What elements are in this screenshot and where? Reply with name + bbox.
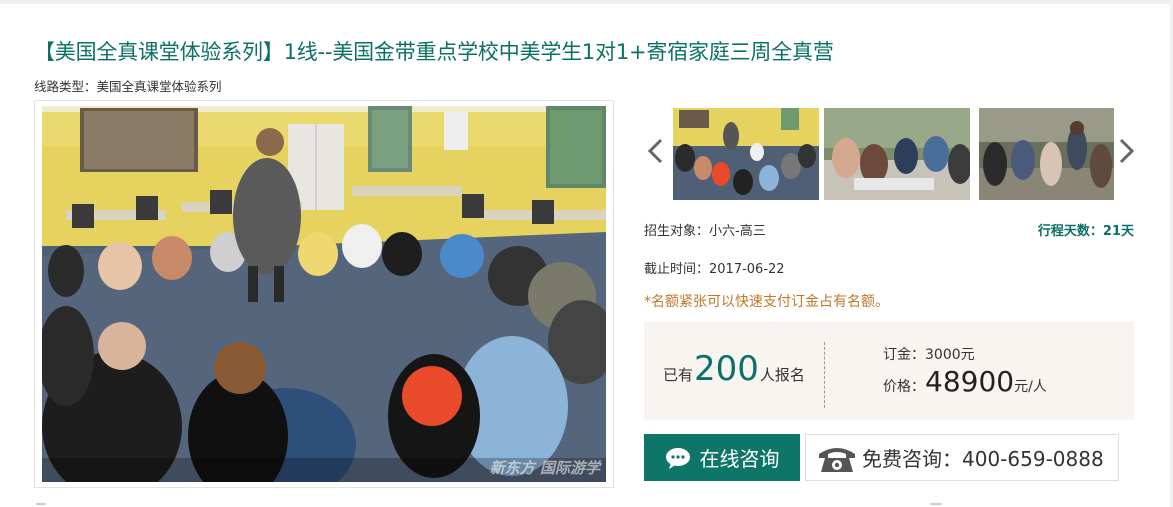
deadline-value: 2017-06-22 [709,262,785,277]
phone-consult-button[interactable]: 免费咨询：400-659-0888 [805,434,1119,481]
bottom-divider-right [930,503,942,505]
carousel-next-button[interactable] [1115,134,1137,168]
top-border [0,0,1173,4]
online-consult-button[interactable]: 在线咨询 [644,434,800,481]
route-type-value: 美国全真课堂体验系列 [96,79,222,94]
enrolled-count: 已有 200 人报名 [663,352,805,386]
enrolled-suffix: 人报名 [759,366,805,384]
thumbnail-3[interactable] [979,108,1114,200]
watermark-text: 新东方 国际游学 [489,459,600,477]
price-label: 价格： [883,379,925,395]
carousel-prev-button[interactable] [645,134,667,168]
main-photo: 新东方 国际游学 [42,106,606,482]
enrolled-prefix: 已有 [663,366,694,384]
days-label: 行程天数： [1037,224,1103,239]
telephone-icon [819,447,855,472]
online-consult-label: 在线咨询 [699,447,780,471]
deposit-note: *名额紧张可以快速支付订金占有名额。 [644,294,889,310]
price-unit: 元/人 [1014,379,1047,395]
main-photo-frame: 新东方 国际游学 [34,100,614,488]
price-divider [824,342,825,408]
thumbnail-1[interactable] [673,108,819,200]
deadline-label: 截止时间： [644,262,710,277]
deposit-label: 订金： [883,347,925,363]
trip-days: 行程天数：21天 [1000,220,1134,239]
chevron-right-icon [1119,138,1135,164]
chat-bubble-icon [665,447,690,469]
audience-label: 招生对象： [644,224,710,239]
days-value: 21天 [1102,224,1134,239]
bottom-divider-left [36,503,46,505]
thumbnail-2[interactable] [824,108,970,200]
deposit-info: 订金：3000元 [883,344,975,364]
photo-watermark: 新东方 国际游学 [490,457,600,478]
deadline-row: 截止时间：2017-06-22 [644,258,785,277]
price-value: 48900 [925,365,1015,398]
phone-consult-label: 免费咨询：400-659-0888 [862,447,1104,471]
audience-value: 小六-高三 [709,224,766,239]
price-box: 已有 200 人报名 订金：3000元 价格： 48900 元/人 [644,322,1134,420]
enrolled-number: 200 [694,349,759,389]
audience-row: 招生对象：小六-高三 [644,220,766,239]
deposit-value: 3000元 [925,347,975,363]
page-title: 【美国全真课堂体验系列】1线--美国金带重点学校中美学生1对1+寄宿家庭三周全真… [34,40,834,64]
chevron-left-icon [647,138,663,164]
price-info: 价格： 48900 元/人 [883,365,1047,398]
route-type-label: 线路类型： [34,79,97,94]
route-type: 线路类型：美国全真课堂体验系列 [34,76,222,95]
